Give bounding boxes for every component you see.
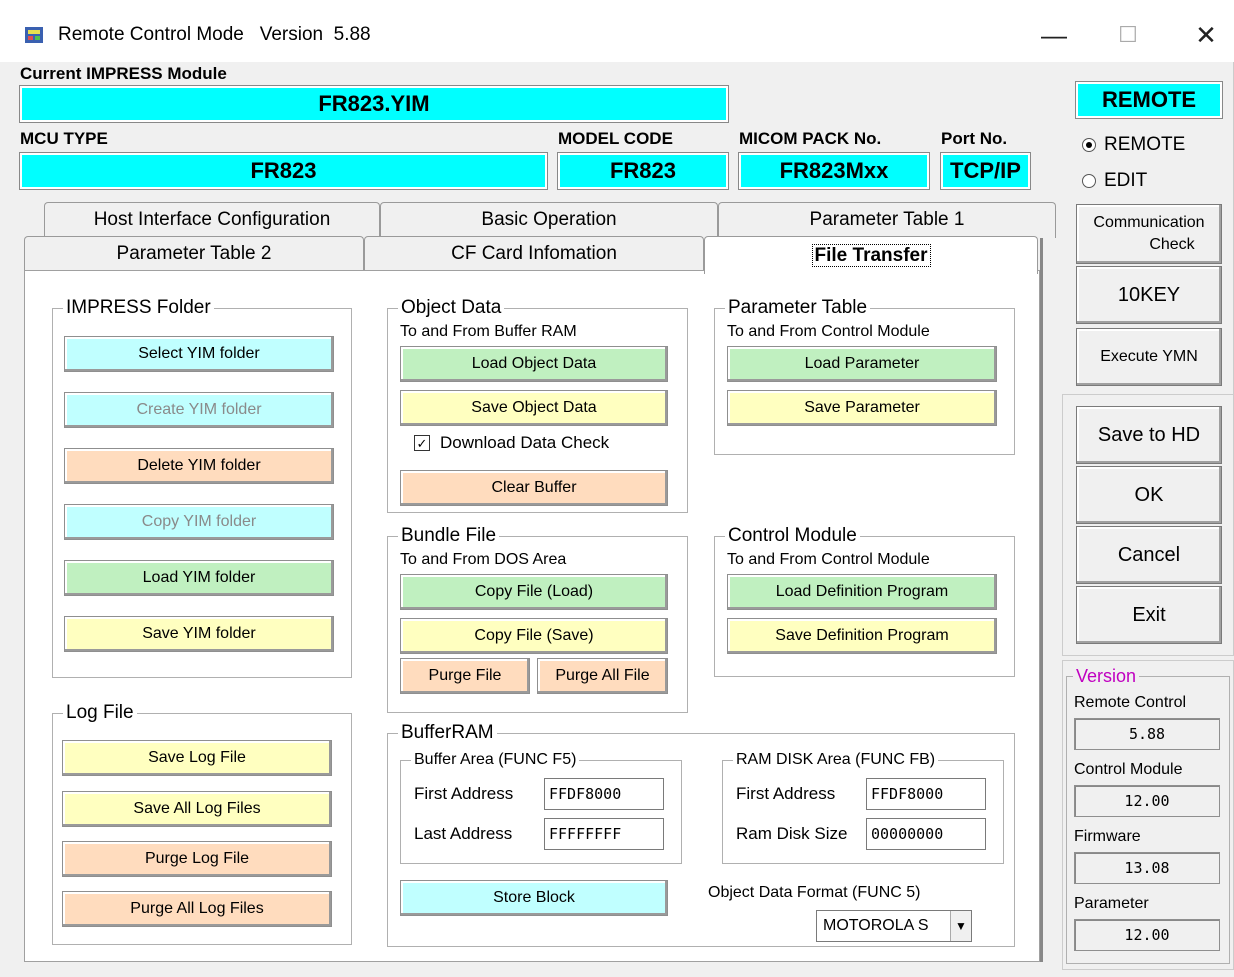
object-data-format-value: MOTOROLA S [823,917,929,934]
port-label: Port No. [941,129,1008,148]
impress-folder-title: IMPRESS Folder [63,297,214,319]
object-data-format-select[interactable]: MOTOROLA S ▼ [816,910,972,942]
ram-first-address-field[interactable]: FFDF8000 [866,778,986,810]
impress-module-value: FR823.YIM [19,85,729,123]
remote-control-version-value: 5.88 [1074,718,1220,750]
copy-file-save-button[interactable]: Copy File (Save) [400,618,668,654]
purge-log-file-button[interactable]: Purge Log File [62,841,332,877]
create-yim-folder-button[interactable]: Create YIM folder [64,392,334,428]
store-block-button[interactable]: Store Block [400,880,668,916]
window-title: Remote Control Mode Version 5.88 [58,24,371,45]
version-title: Version [1073,665,1140,687]
clear-buffer-button[interactable]: Clear Buffer [400,470,668,506]
impress-module-label: Current IMPRESS Module [20,64,227,83]
tenkey-button[interactable]: 10KEY [1076,266,1222,324]
purge-all-file-button[interactable]: Purge All File [537,658,668,694]
ram-first-address-label: First Address [736,784,836,803]
remote-control-version-label: Remote Control [1074,694,1187,711]
exit-button[interactable]: Exit [1076,586,1222,644]
maximize-button[interactable]: ☐ [1098,14,1158,56]
checkbox-checked-icon: ✓ [414,435,430,451]
buffer-area-title: Buffer Area (FUNC F5) [411,749,580,771]
copy-file-load-button[interactable]: Copy File (Load) [400,574,668,610]
parameter-version-label: Parameter [1074,895,1149,912]
download-data-check-label: Download Data Check [440,433,610,452]
bundle-file-subtitle: To and From DOS Area [400,551,567,568]
last-address-field[interactable]: FFFFFFFF [544,818,664,850]
mcu-type-value: FR823 [19,152,548,190]
load-object-data-button[interactable]: Load Object Data [400,346,668,382]
communication-check-label-2: Check [1149,236,1195,253]
tab-file-transfer[interactable]: File Transfer [704,236,1038,274]
save-parameter-button[interactable]: Save Parameter [727,390,997,426]
control-module-version-label: Control Module [1074,761,1183,778]
download-data-check[interactable]: ✓ Download Data Check [414,433,609,453]
load-parameter-button[interactable]: Load Parameter [727,346,997,382]
ram-disk-size-label: Ram Disk Size [736,824,848,843]
first-address-label: First Address [414,784,514,803]
model-code-value: FR823 [557,152,729,190]
cancel-button[interactable]: Cancel [1076,526,1222,584]
select-yim-folder-button[interactable]: Select YIM folder [64,336,334,372]
load-definition-program-button[interactable]: Load Definition Program [727,574,997,610]
tab-parameter-table-1[interactable]: Parameter Table 1 [718,202,1056,238]
load-yim-folder-button[interactable]: Load YIM folder [64,560,334,596]
close-button[interactable]: ✕ [1176,14,1234,56]
buffer-ram-title: BufferRAM [398,722,497,744]
save-log-file-button[interactable]: Save Log File [62,740,332,776]
bundle-file-title: Bundle File [398,525,500,547]
save-definition-program-button[interactable]: Save Definition Program [727,618,997,654]
ok-button[interactable]: OK [1076,466,1222,524]
port-value: TCP/IP [940,152,1031,190]
save-all-log-files-button[interactable]: Save All Log Files [62,791,332,827]
copy-yim-folder-button[interactable]: Copy YIM folder [64,504,334,540]
minimize-button[interactable]: — [1024,14,1084,56]
object-data-format-label: Object Data Format (FUNC 5) [708,884,921,901]
control-module-title: Control Module [725,525,860,547]
log-file-title: Log File [63,702,137,724]
tab-host-interface[interactable]: Host Interface Configuration [44,202,380,238]
save-object-data-button[interactable]: Save Object Data [400,390,668,426]
mcu-type-label: MCU TYPE [20,129,108,148]
object-data-title: Object Data [398,297,505,319]
chevron-down-icon[interactable]: ▼ [950,911,971,941]
ram-disk-size-field[interactable]: 00000000 [866,818,986,850]
communication-check-label-1: Communication [1093,214,1205,231]
control-module-subtitle: To and From Control Module [727,551,930,568]
object-data-subtitle: To and From Buffer RAM [400,323,577,340]
tab-basic-operation[interactable]: Basic Operation [380,202,718,238]
first-address-field[interactable]: FFDF8000 [544,778,664,810]
delete-yim-folder-button[interactable]: Delete YIM folder [64,448,334,484]
purge-file-button[interactable]: Purge File [400,658,530,694]
panel-shadow [1040,238,1043,962]
parameter-table-subtitle: To and From Control Module [727,323,930,340]
control-module-version-value: 12.00 [1074,785,1220,817]
micom-pack-value: FR823Mxx [738,152,930,190]
tab-cf-card-infomation[interactable]: CF Card Infomation [364,236,704,272]
last-address-label: Last Address [414,824,513,843]
ram-disk-title: RAM DISK Area (FUNC FB) [733,749,939,771]
tab-parameter-table-2[interactable]: Parameter Table 2 [24,236,364,272]
purge-all-log-files-button[interactable]: Purge All Log Files [62,891,332,927]
micom-pack-label: MICOM PACK No. [739,129,882,148]
save-to-hd-button[interactable]: Save to HD [1076,406,1222,464]
save-yim-folder-button[interactable]: Save YIM folder [64,616,334,652]
execute-ymn-button[interactable]: Execute YMN [1076,328,1222,386]
parameter-table-title: Parameter Table [725,297,871,319]
model-code-label: MODEL CODE [558,129,673,148]
app-icon [24,24,46,46]
firmware-version-label: Firmware [1074,828,1141,845]
firmware-version-value: 13.08 [1074,852,1220,884]
communication-check-button[interactable]: Communication Check [1076,204,1222,264]
parameter-version-value: 12.00 [1074,919,1220,951]
